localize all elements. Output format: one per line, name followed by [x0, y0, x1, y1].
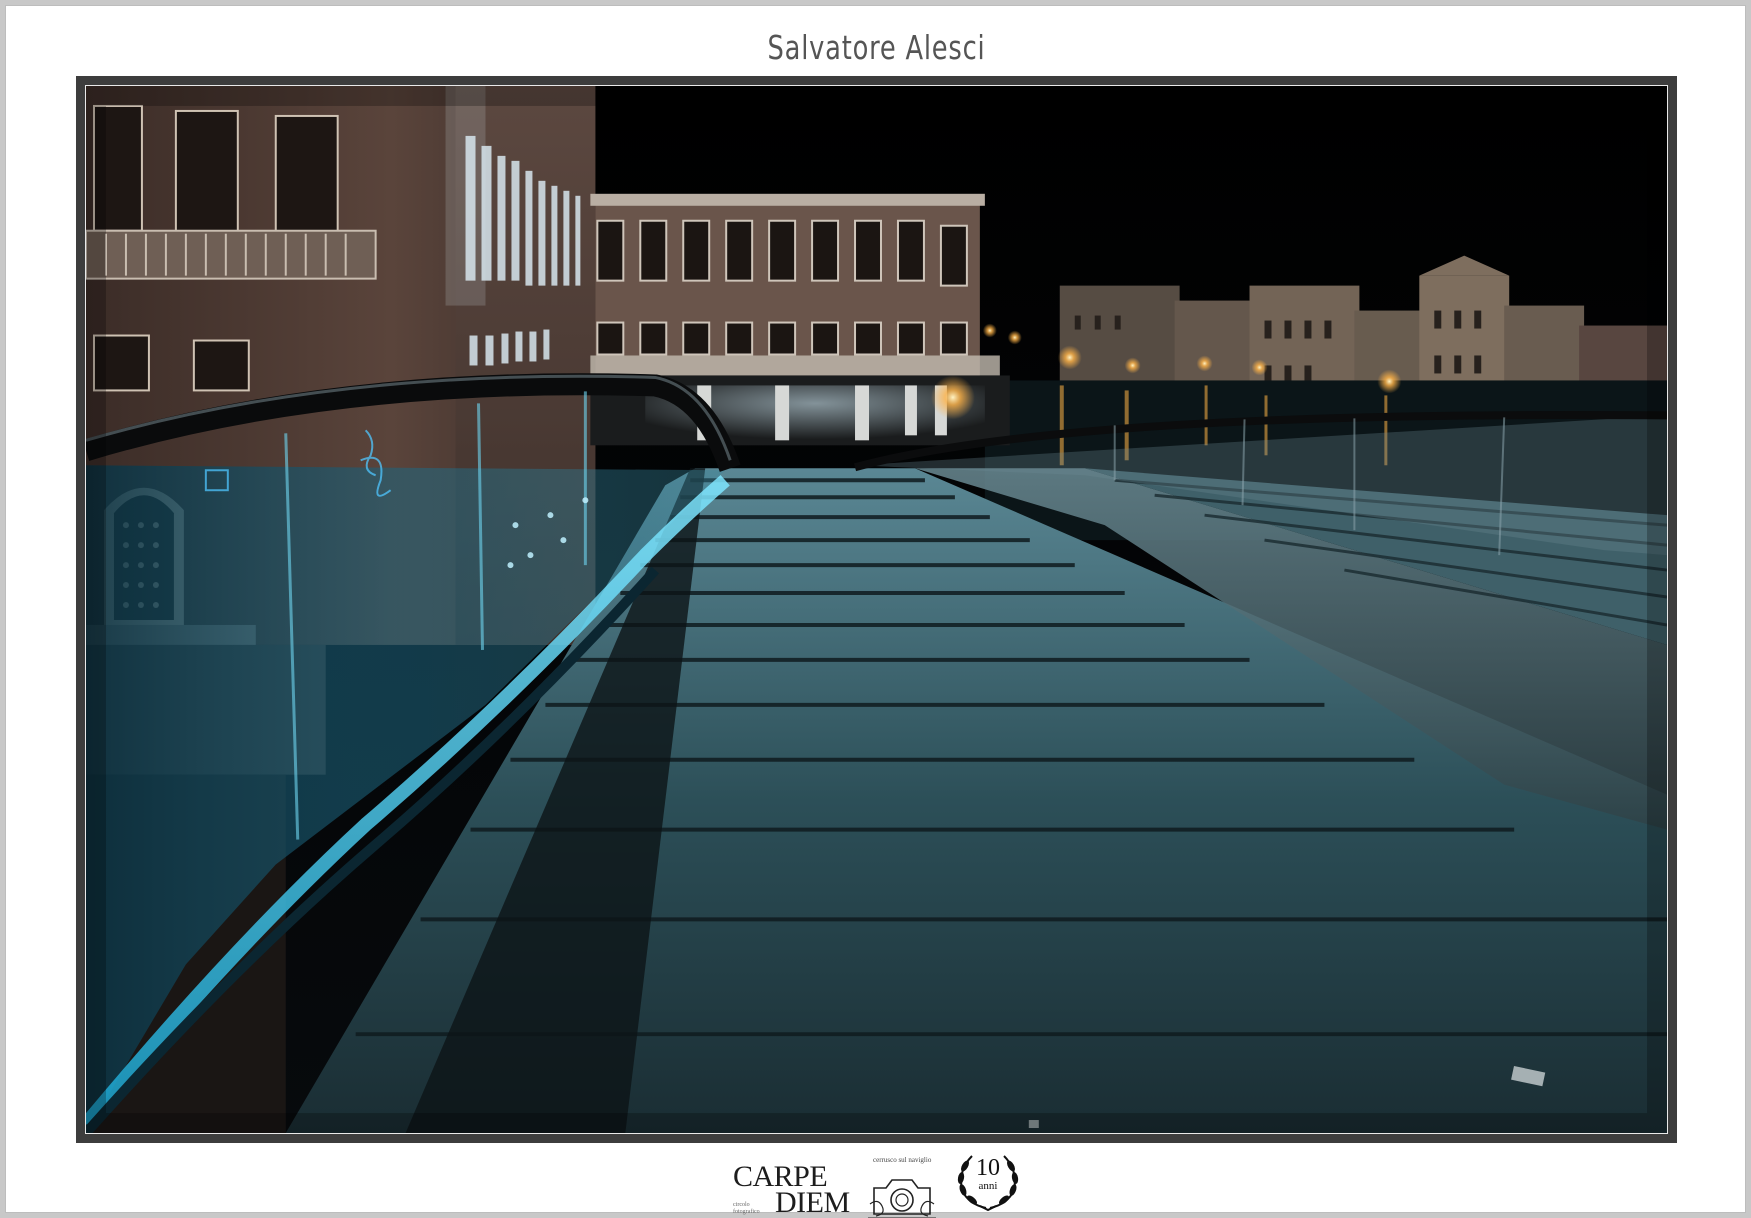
logo-sub-fotografico: fotografico	[733, 1209, 760, 1215]
anniversary-word: anni	[978, 1180, 998, 1192]
photo-image	[86, 86, 1667, 1133]
camera-icon	[868, 1179, 936, 1218]
logo-sub-circolo: circolo	[733, 1202, 750, 1208]
night-bridge-photo	[85, 85, 1668, 1134]
anniversary-number: 10	[976, 1155, 1000, 1181]
footer-logos: cerrusco sul naviglio CARPE DIEM circolo…	[6, 1146, 1747, 1218]
logo-tagline: cerrusco sul naviglio	[873, 1156, 932, 1164]
logo-word-diem: DIEM	[775, 1186, 850, 1218]
author-name: Salvatore Alesci	[767, 28, 986, 67]
ten-years-badge: 10 anni	[952, 1150, 1024, 1212]
carpe-diem-logo: cerrusco sul naviglio CARPE DIEM circolo…	[733, 1156, 943, 1218]
print-sheet: Salvatore Alesci cerrusco sul naviglio C…	[5, 5, 1747, 1218]
photo-frame	[76, 76, 1677, 1143]
